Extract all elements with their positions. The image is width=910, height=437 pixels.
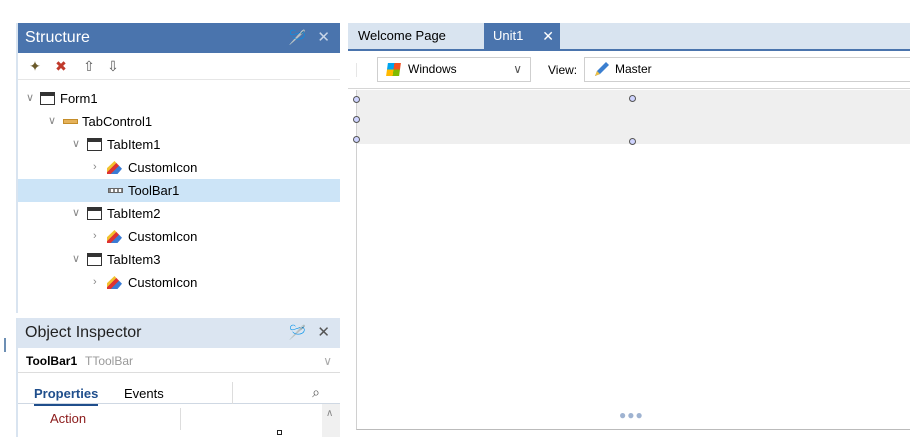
close-icon[interactable]: ✕ <box>542 23 554 49</box>
tree-node-customicon[interactable]: › CustomIcon <box>18 225 340 248</box>
tree-node-label: CustomIcon <box>128 229 198 244</box>
more-dots-icon: ●●● <box>619 408 644 422</box>
inspector-scrollbar[interactable]: ∧ <box>322 404 340 437</box>
ide-window: Structure 🪡 ✕ ✦ ✖ ⇧ ⇩ ∨ Form1 ∨ TabContr… <box>0 0 910 437</box>
platform-select[interactable]: Windows ∨ <box>377 57 531 82</box>
close-icon[interactable]: ✕ <box>317 28 330 46</box>
object-selector[interactable]: ToolBar1 TToolBar ∨ <box>18 349 340 373</box>
tree-node-label: TabItem2 <box>107 206 161 221</box>
view-select[interactable]: Master ∨ <box>584 57 910 82</box>
chevron-down-icon[interactable]: ∨ <box>72 133 80 156</box>
chevron-up-icon[interactable]: ∧ <box>326 408 333 419</box>
structure-header: Structure 🪡 ✕ <box>18 23 340 53</box>
chevron-down-icon[interactable]: ∨ <box>48 110 56 133</box>
object-inspector-panel: Object Inspector 🪡 ✕ ToolBar1 TToolBar ∨… <box>16 318 340 437</box>
tree-node-tabcontrol1[interactable]: ∨ TabControl1 <box>18 110 340 133</box>
tab-properties[interactable]: Properties <box>34 386 99 406</box>
dock-marker <box>4 338 6 352</box>
customicon-icon <box>107 161 122 174</box>
selected-object-type: TToolBar <box>85 354 134 368</box>
move-up-icon[interactable]: ⇧ <box>80 58 98 74</box>
property-row[interactable]: Action <box>18 408 340 430</box>
chevron-down-icon[interactable]: ∨ <box>513 58 522 81</box>
move-down-icon[interactable]: ⇩ <box>104 58 122 74</box>
resize-handle[interactable] <box>353 96 360 103</box>
tree-node-toolbar1[interactable]: ToolBar1 <box>18 179 340 202</box>
chevron-down-icon[interactable]: ∨ <box>323 349 332 373</box>
tab-welcome-page[interactable]: Welcome Page <box>358 23 482 49</box>
tree-node-customicon[interactable]: › CustomIcon <box>18 156 340 179</box>
chevron-down-icon[interactable]: ∨ <box>26 87 34 110</box>
tree-node-label: TabItem3 <box>107 252 161 267</box>
tree-node-form1[interactable]: ∨ Form1 <box>18 87 340 110</box>
title-strip <box>0 0 910 20</box>
chevron-down-icon[interactable]: ∨ <box>72 202 80 225</box>
resize-handle[interactable] <box>277 430 282 435</box>
inspector-title: Object Inspector <box>25 324 142 341</box>
form-icon <box>87 138 102 151</box>
resize-handle[interactable] <box>629 138 636 145</box>
resize-handle[interactable] <box>353 116 360 123</box>
tab-label: Welcome Page <box>358 28 446 43</box>
inspector-tabs: Properties Events ⌕ <box>18 382 340 406</box>
tab-events[interactable]: Events <box>124 386 164 401</box>
chevron-down-icon[interactable]: ∨ <box>72 248 80 271</box>
design-canvas[interactable]: ●●● <box>353 90 910 430</box>
structure-toolbar: ✦ ✖ ⇧ ⇩ <box>18 53 340 80</box>
structure-tree: ∨ Form1 ∨ TabControl1 ∨ TabItem1 › Custo… <box>18 81 340 313</box>
pencil-icon <box>595 62 609 76</box>
customicon-icon <box>107 230 122 243</box>
left-dock-edge <box>0 20 10 437</box>
selected-object-name: ToolBar1 <box>26 354 78 368</box>
resize-handle[interactable] <box>629 95 636 102</box>
tree-node-tabitem2[interactable]: ∨ TabItem2 <box>18 202 340 225</box>
structure-panel: Structure 🪡 ✕ ✦ ✖ ⇧ ⇩ ∨ Form1 ∨ TabContr… <box>16 23 340 313</box>
tab-label: Unit1 <box>493 28 524 43</box>
tree-node-label: CustomIcon <box>128 160 198 175</box>
property-name: Action <box>50 411 87 426</box>
windows-logo-icon <box>386 63 401 76</box>
tree-node-label: ToolBar1 <box>128 183 180 198</box>
pin-icon[interactable]: 🪡 <box>289 29 306 46</box>
search-icon[interactable]: ⌕ <box>312 384 320 401</box>
view-value: Master <box>615 62 652 76</box>
resize-handle[interactable] <box>353 136 360 143</box>
platform-value: Windows <box>408 62 457 76</box>
tabcontrol-icon <box>63 119 78 124</box>
tab-unit1[interactable]: Unit1 ✕ <box>484 23 560 49</box>
chevron-right-icon[interactable]: › <box>93 225 97 248</box>
form-icon <box>87 253 102 266</box>
pin-icon[interactable]: 🪡 <box>289 324 306 341</box>
toolbar-separator <box>356 63 357 77</box>
tree-node-customicon[interactable]: › CustomIcon <box>18 271 340 294</box>
structure-title: Structure <box>25 29 90 46</box>
chevron-right-icon[interactable]: › <box>93 271 97 294</box>
tree-node-label: CustomIcon <box>128 275 198 290</box>
delete-item-icon[interactable]: ✖ <box>52 58 70 74</box>
toolbar-icon <box>108 188 123 193</box>
editor-tabbar: Welcome Page Unit1 ✕ <box>348 23 910 51</box>
form-icon <box>87 207 102 220</box>
tree-node-label: Form1 <box>60 91 98 106</box>
column-divider[interactable] <box>180 408 181 430</box>
close-icon[interactable]: ✕ <box>317 323 330 341</box>
chevron-right-icon[interactable]: › <box>93 156 97 179</box>
tree-node-label: TabItem1 <box>107 137 161 152</box>
form-icon <box>40 92 55 105</box>
tree-node-tabitem3[interactable]: ∨ TabItem3 <box>18 248 340 271</box>
add-item-icon[interactable]: ✦ <box>26 58 44 74</box>
form-designer-toolbar: Windows ∨ View: Master ∨ <box>348 51 910 89</box>
customicon-icon <box>107 276 122 289</box>
property-filter[interactable]: ⌕ <box>232 382 326 404</box>
inspector-header: Object Inspector 🪡 ✕ <box>18 318 340 348</box>
view-label: View: <box>548 63 578 77</box>
tree-node-tabitem1[interactable]: ∨ TabItem1 <box>18 133 340 156</box>
tree-node-label: TabControl1 <box>82 114 153 129</box>
